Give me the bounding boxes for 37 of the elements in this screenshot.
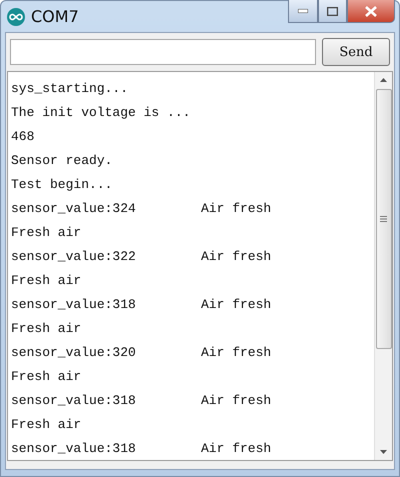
output-status: Air fresh (201, 248, 272, 264)
output-line: sensor_value:318 (11, 296, 137, 312)
output-line: Fresh air (11, 272, 82, 288)
output-line: Fresh air (11, 224, 82, 240)
minimize-icon (298, 9, 308, 13)
output-line: Test begin... (11, 176, 112, 192)
output-status: Air fresh (201, 344, 272, 360)
infinity-logo-icon (7, 8, 25, 26)
output-line: sensor_value:320 (11, 344, 137, 360)
close-icon (365, 6, 377, 16)
minimize-button[interactable] (288, 0, 318, 23)
output-line: sensor_value:324 (11, 200, 137, 216)
output-line: Sensor ready. (11, 152, 112, 168)
output-line: sensor_value:322 (11, 248, 137, 264)
window-title: COM7 (31, 7, 80, 26)
output-status: Air fresh (201, 200, 272, 216)
output-status: Air fresh (201, 392, 272, 408)
up-arrow-icon (380, 78, 387, 82)
close-button[interactable] (347, 0, 395, 23)
output-line: Fresh air (11, 368, 82, 384)
maximize-icon (327, 6, 338, 16)
output-line: Fresh air (11, 320, 82, 336)
output-line: 468 (11, 128, 34, 144)
down-arrow-icon (380, 450, 387, 454)
grip-icon (380, 216, 387, 222)
output-status: Air fresh (201, 296, 272, 312)
output-status: Air fresh (201, 440, 272, 456)
maximize-button[interactable] (318, 0, 347, 23)
output-line: sys_starting... (11, 80, 128, 96)
send-button[interactable]: Send (322, 38, 390, 66)
output-line: Fresh air (11, 416, 82, 432)
scrollbar[interactable] (374, 72, 392, 460)
input-field[interactable] (10, 39, 316, 65)
output-line: sensor_value:318 (11, 440, 137, 456)
scrollbar-thumb[interactable] (376, 89, 392, 349)
output-line: The init voltage is ... (11, 104, 190, 120)
output-line: sensor_value:318 (11, 392, 137, 408)
